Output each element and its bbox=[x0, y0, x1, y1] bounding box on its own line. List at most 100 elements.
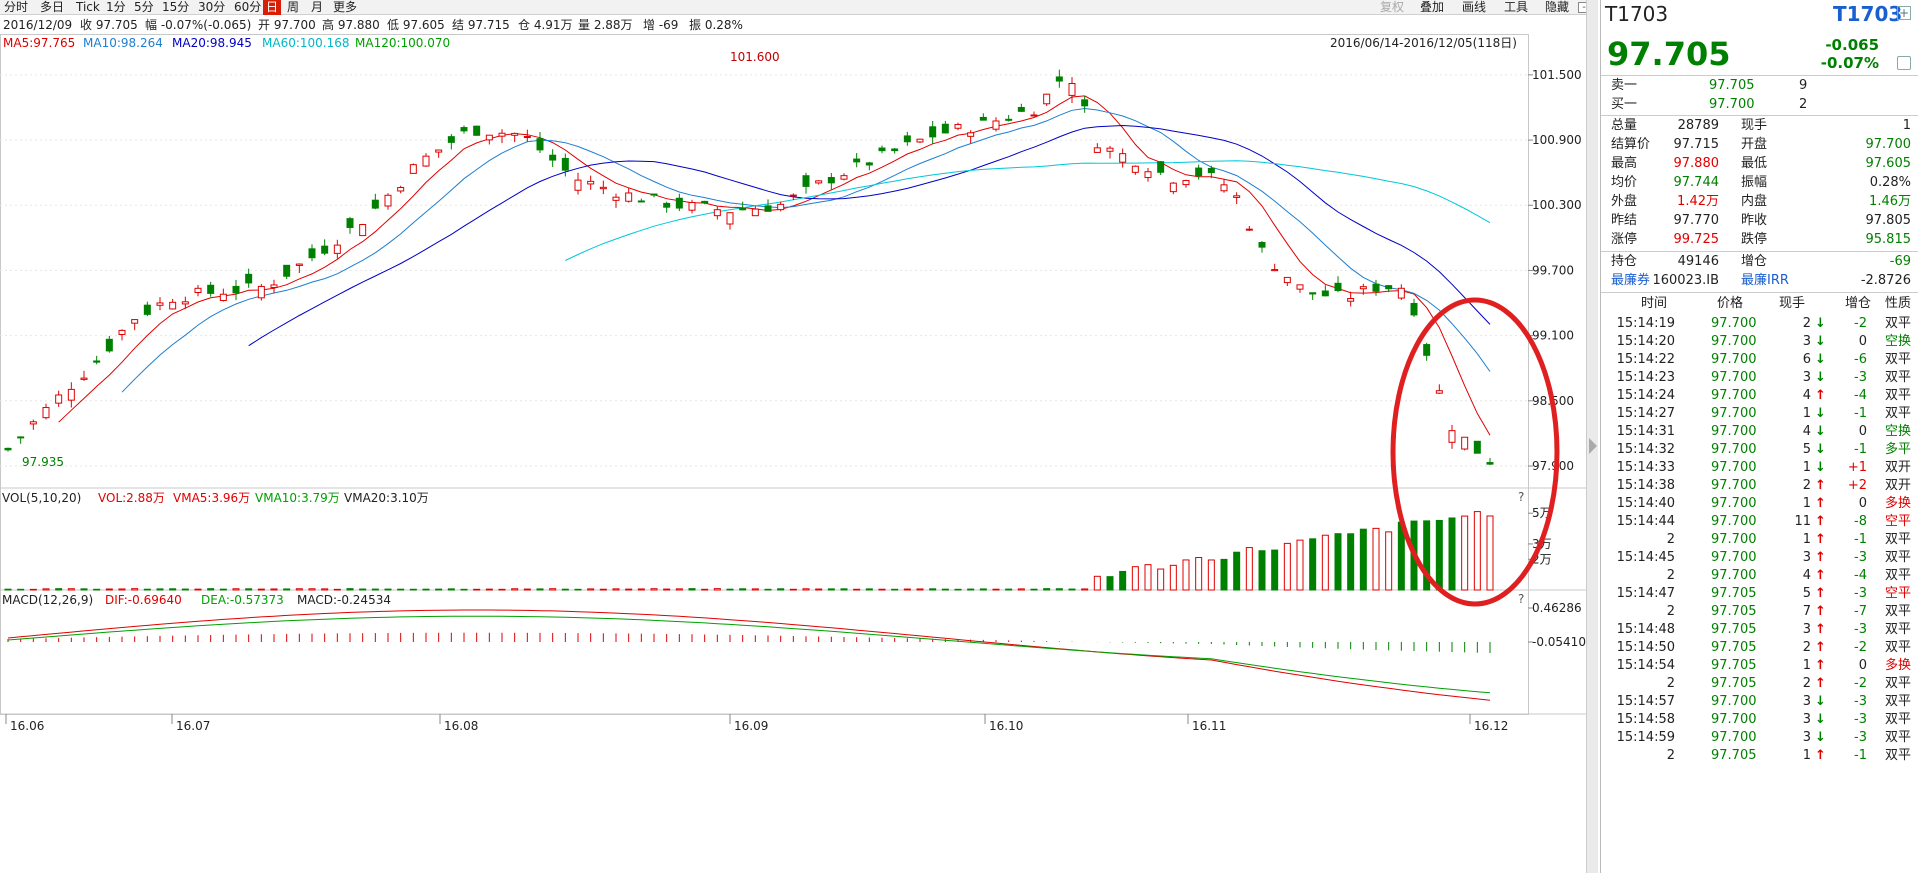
contract-code: T1703 bbox=[1605, 2, 1669, 26]
period-tab-5min[interactable]: 5分 bbox=[134, 0, 154, 15]
alert-icon[interactable] bbox=[1897, 56, 1911, 70]
candle-down bbox=[17, 436, 25, 439]
volume-bar bbox=[789, 588, 797, 591]
candle-down bbox=[701, 200, 709, 204]
ma60-line bbox=[565, 160, 1491, 261]
candle-up bbox=[1093, 147, 1101, 153]
volume-bar bbox=[625, 588, 633, 591]
volume-bar bbox=[295, 588, 303, 591]
volume-bar bbox=[67, 588, 75, 591]
tick-nature: 双平 bbox=[1885, 730, 1912, 745]
adjust-button[interactable]: 复权 bbox=[1380, 0, 1404, 15]
volume-bar bbox=[460, 588, 468, 591]
candle-up bbox=[1220, 184, 1228, 192]
candle-down bbox=[1321, 290, 1329, 297]
candle-up bbox=[1435, 390, 1443, 394]
period-tab-week[interactable]: 周 bbox=[287, 0, 299, 15]
volume-bar bbox=[1207, 559, 1215, 591]
date-tick-label: 16.09 bbox=[734, 719, 768, 733]
volume-bar bbox=[169, 588, 177, 591]
candle-down bbox=[245, 273, 253, 284]
tick-vol: 3 bbox=[1802, 694, 1811, 709]
ma5-line bbox=[58, 95, 1491, 436]
tick-row: 15:14:47 97.705 5 ↑ -3 空平 bbox=[1601, 584, 1918, 603]
macd-legend: DEA:-0.57373 bbox=[201, 593, 284, 607]
tick-vol: 6 bbox=[1802, 352, 1811, 367]
stat-row: 最高 97.880 最低 97.605 bbox=[1601, 154, 1918, 173]
ctd-label[interactable]: 最廉券 bbox=[1611, 271, 1650, 290]
volume-bar bbox=[979, 588, 987, 591]
buy1-price: 97.700 bbox=[1709, 97, 1755, 112]
period-tab-multiday[interactable]: 多日 bbox=[40, 0, 64, 15]
period-tab-60min[interactable]: 60分 bbox=[234, 0, 261, 15]
expand-arrow-icon[interactable] bbox=[1589, 438, 1597, 454]
tick-time: 15:14:32 bbox=[1616, 442, 1675, 457]
date-tick-label: 16.07 bbox=[176, 719, 210, 733]
tick-row: 15:14:58 97.700 3 ↓ -3 双平 bbox=[1601, 710, 1918, 729]
volume-bar bbox=[321, 588, 329, 591]
tools-button[interactable]: 工具 bbox=[1504, 0, 1528, 15]
candle-up bbox=[612, 196, 620, 201]
period-tab-1min[interactable]: 1分 bbox=[106, 0, 126, 15]
candle-up bbox=[181, 301, 189, 305]
volume-bar bbox=[1131, 566, 1139, 591]
volume-bar bbox=[916, 588, 924, 591]
volume-bar bbox=[1169, 564, 1177, 591]
candle-up bbox=[435, 149, 443, 153]
help-icon: ? bbox=[1518, 592, 1524, 606]
tick-oi-change: -1 bbox=[1854, 442, 1867, 457]
stat-label: 均价 bbox=[1611, 175, 1638, 190]
arrow-down-icon: ↓ bbox=[1815, 424, 1826, 439]
tick-nature: 双开 bbox=[1885, 478, 1912, 493]
draw-line-button[interactable]: 画线 bbox=[1462, 0, 1486, 15]
candle-down bbox=[1081, 99, 1089, 107]
tick-oi-change: -1 bbox=[1854, 532, 1867, 547]
info-vol: 量 2.88万 bbox=[578, 18, 633, 32]
sell1-vol: 9 bbox=[1799, 78, 1808, 93]
kline-chart[interactable]: 101.600 97.935 VOL(5,10,20) VOL:2.88万 VMA5:… bbox=[0, 34, 1595, 873]
candle-down bbox=[1055, 76, 1063, 82]
volume-bar bbox=[992, 588, 1000, 591]
arrow-down-icon: ↓ bbox=[1815, 370, 1826, 385]
tick-vol: 1 bbox=[1802, 460, 1811, 475]
candle-up bbox=[587, 180, 595, 185]
candle-down bbox=[1005, 118, 1013, 121]
period-tab-tick[interactable]: Tick bbox=[76, 0, 100, 15]
volume-bar bbox=[1385, 531, 1393, 591]
overlay-button[interactable]: 叠加 bbox=[1420, 0, 1444, 15]
period-tab-fenshi[interactable]: 分时 bbox=[4, 0, 28, 15]
period-tab-15min[interactable]: 15分 bbox=[162, 0, 189, 15]
period-tab-more[interactable]: 更多 bbox=[333, 0, 357, 15]
candle-up bbox=[359, 224, 367, 237]
period-tab-month[interactable]: 月 bbox=[311, 0, 323, 15]
tick-time: 15:14:57 bbox=[1616, 694, 1675, 709]
hide-button[interactable]: 隐藏 bbox=[1545, 0, 1569, 15]
irr-label[interactable]: 最廉IRR bbox=[1741, 271, 1789, 290]
stat-row: 涨停 99.725 跌停 95.815 bbox=[1601, 230, 1918, 249]
candle-up bbox=[219, 293, 227, 302]
volume-bar bbox=[954, 588, 962, 591]
volume-bar bbox=[663, 588, 671, 591]
tick-nature: 双平 bbox=[1885, 694, 1912, 709]
panel-splitter[interactable] bbox=[1586, 0, 1598, 873]
period-tab-30min[interactable]: 30分 bbox=[198, 0, 225, 15]
add-icon[interactable]: + bbox=[1897, 6, 1911, 20]
tick-nature: 双平 bbox=[1885, 568, 1912, 583]
price-change-pct: -0.07% bbox=[1820, 54, 1879, 72]
candle-up bbox=[270, 284, 278, 288]
volume-bar bbox=[447, 588, 455, 591]
volume-bar bbox=[865, 588, 873, 591]
contract-code-link[interactable]: T1703 bbox=[1833, 2, 1902, 26]
arrow-up-icon: ↑ bbox=[1815, 478, 1826, 493]
stat-label: 现手 bbox=[1741, 118, 1768, 133]
tick-row: 15:14:44 97.700 11 ↑ -8 空平 bbox=[1601, 512, 1918, 531]
help-icon: ? bbox=[1518, 490, 1524, 504]
candle-up bbox=[625, 192, 633, 202]
tick-time: 15:14:20 bbox=[1616, 334, 1675, 349]
tick-time: 15:14:22 bbox=[1616, 352, 1675, 367]
tick-nature: 双平 bbox=[1885, 748, 1912, 763]
candle-down bbox=[903, 135, 911, 143]
period-tab-day[interactable]: 日 bbox=[263, 0, 282, 15]
candle-down bbox=[637, 200, 645, 203]
volume-bar bbox=[840, 588, 848, 591]
